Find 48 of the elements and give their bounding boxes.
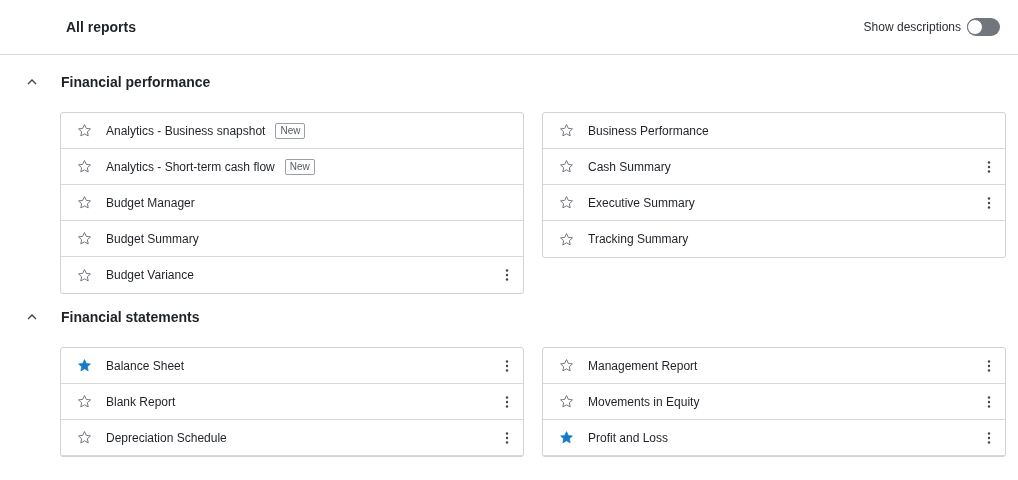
chevron-icon[interactable] [27,314,37,320]
more-options-icon[interactable] [987,431,991,444]
report-link[interactable]: Budget Manager [106,193,195,212]
toggle-label: Show descriptions [863,19,961,36]
report-link[interactable]: Depreciation Schedule [106,428,227,447]
report-link[interactable]: Business Performance [588,121,709,140]
star-icon[interactable] [77,159,92,174]
report-link[interactable]: Tracking Summary [588,230,689,248]
report-link[interactable]: Analytics - Short-term cash flow [106,157,275,176]
star-icon[interactable] [77,358,92,373]
star-icon[interactable] [77,267,92,283]
more-options-icon[interactable] [987,359,991,372]
report-link[interactable]: Budget Summary [106,229,199,248]
report-link[interactable]: Profit and Loss [588,428,669,447]
star-icon[interactable] [77,195,92,210]
star-icon[interactable] [559,123,574,138]
new-badge: New [284,158,315,175]
star-icon[interactable] [77,430,92,445]
star-icon[interactable] [77,123,92,138]
section-heading: Financial statements [61,307,200,327]
star-icon[interactable] [559,394,574,409]
more-options-icon[interactable] [505,431,509,444]
more-options-icon[interactable] [505,269,509,281]
more-options-icon[interactable] [987,160,991,173]
new-badge: New [275,122,306,139]
star-icon[interactable] [77,231,92,246]
more-options-icon[interactable] [505,395,509,408]
report-link[interactable]: Budget Variance [106,266,194,284]
more-options-icon[interactable] [505,359,509,372]
star-icon[interactable] [559,195,574,210]
report-link[interactable]: Management Report [588,356,698,375]
star-icon[interactable] [559,358,574,373]
more-options-icon[interactable] [987,395,991,408]
star-icon[interactable] [559,231,574,247]
star-icon[interactable] [77,394,92,409]
report-link[interactable]: Executive Summary [588,193,695,212]
report-link[interactable]: Cash Summary [588,157,671,176]
chevron-icon[interactable] [27,79,37,85]
report-link[interactable]: Balance Sheet [106,356,185,375]
section-heading: Financial performance [61,72,211,92]
star-icon[interactable] [559,159,574,174]
more-options-icon[interactable] [987,196,991,209]
star-icon[interactable] [559,430,574,445]
report-link[interactable]: Analytics - Business snapshot [106,121,266,140]
report-link[interactable]: Blank Report [106,392,176,411]
page-title: All reports [66,17,136,37]
toggle-switch[interactable] [967,18,1000,36]
report-link[interactable]: Movements in Equity [588,392,700,411]
